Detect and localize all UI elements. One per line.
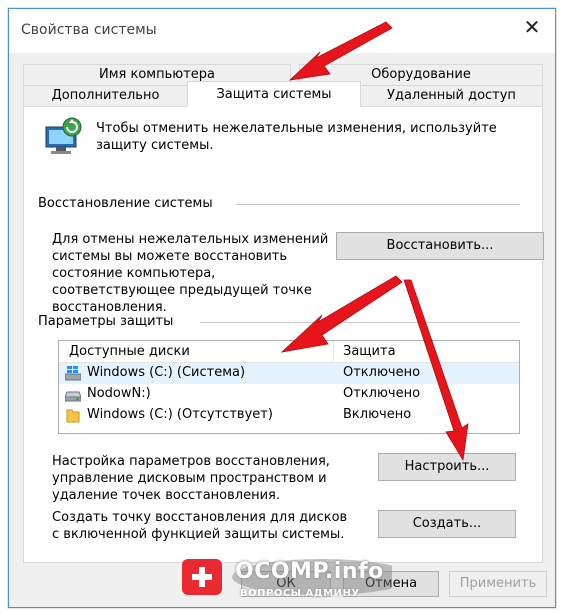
title-bar: Свойства системы ✕ <box>9 9 555 53</box>
drive-row[interactable]: Windows (C:) (Отсутствует) Включено <box>59 405 519 426</box>
column-divider[interactable] <box>333 341 334 362</box>
tab-label: Дополнительно <box>51 88 160 103</box>
tab-label: Имя компьютера <box>99 67 215 82</box>
drive-name: Windows (C:) (Отсутствует) <box>87 407 273 422</box>
column-header-drives[interactable]: Доступные диски <box>69 344 190 359</box>
drive-status: Отключено <box>343 365 421 380</box>
windows-drive-icon <box>65 366 81 381</box>
configure-button[interactable]: Настроить... <box>378 453 516 481</box>
drive-status: Включено <box>343 407 412 422</box>
drive-row[interactable]: NodowN:) Отключено <box>59 384 519 405</box>
tab-advanced[interactable]: Дополнительно <box>23 85 188 107</box>
info-text: Чтобы отменить нежелательные изменения, … <box>96 121 497 153</box>
protection-section-label: Параметры защиты <box>38 314 174 329</box>
system-properties-window: Свойства системы ✕ Имя компьютера Оборуд… <box>8 8 556 608</box>
restore-section-label: Восстановление системы <box>38 196 213 211</box>
tab-remote[interactable]: Удаленный доступ <box>360 85 543 107</box>
tab-label: Удаленный доступ <box>387 88 516 103</box>
restore-description: Для отмены нежелательных изменений систе… <box>52 232 329 315</box>
drive-row[interactable]: Windows (C:) (Система) Отключено <box>59 363 519 384</box>
folder-icon <box>66 409 80 423</box>
create-description: Создать точку восстановления для дисков … <box>52 510 348 542</box>
drive-icon <box>65 391 81 402</box>
drives-list[interactable]: Доступные диски Защита Windows (C:) (Сис… <box>58 340 520 434</box>
drive-name: Windows (C:) (Система) <box>87 365 246 380</box>
drive-name: NodowN:) <box>87 386 151 401</box>
drive-status: Отключено <box>343 386 421 401</box>
drives-list-header: Доступные диски Защита <box>59 341 519 363</box>
system-protection-icon <box>45 117 82 154</box>
watermark-title: OCOMP.info <box>235 559 384 584</box>
tab-system-protection[interactable]: Защита системы <box>187 81 361 107</box>
close-button[interactable]: ✕ <box>509 9 555 45</box>
divider <box>200 322 520 323</box>
configure-description: Настройка параметров восстановления, упр… <box>52 454 330 503</box>
apply-button[interactable]: Применить <box>449 571 547 597</box>
restore-button[interactable]: Восстановить... <box>336 232 544 260</box>
system-protection-panel: Чтобы отменить нежелательные изменения, … <box>23 106 544 563</box>
window-title: Свойства системы <box>21 22 157 38</box>
tab-label: Защита системы <box>216 87 332 102</box>
column-header-protection[interactable]: Защита <box>343 344 396 359</box>
create-button[interactable]: Создать... <box>378 510 516 538</box>
divider <box>236 204 520 205</box>
watermark-subtitle: ВОПРОСЫ АДМИНУ <box>240 588 360 599</box>
tab-label: Оборудование <box>371 67 471 82</box>
